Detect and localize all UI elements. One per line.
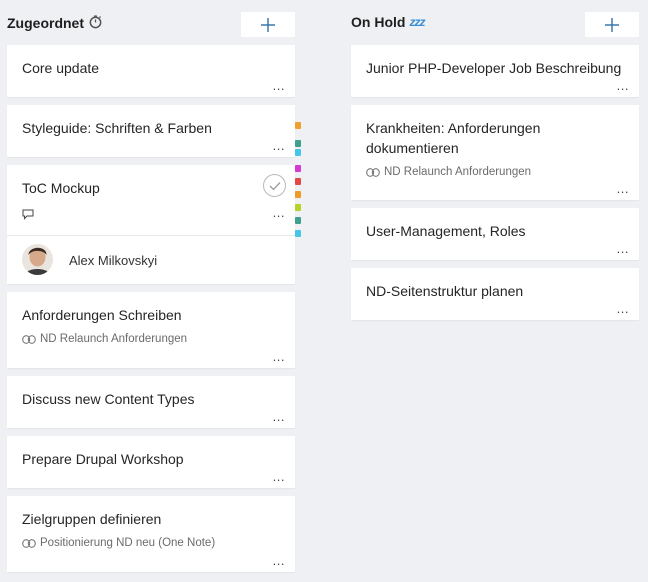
link-icon [22,334,36,344]
task-card[interactable]: User-Management, Roles ... [351,208,639,260]
label-tag [295,140,301,147]
more-options-button[interactable]: ... [273,350,285,363]
comment-icon [22,207,34,225]
more-options-button[interactable]: ... [273,79,285,92]
stopwatch-icon [88,14,103,32]
more-options-button[interactable]: ... [273,554,285,567]
label-tag [295,217,301,224]
plus-icon [261,17,275,32]
task-card[interactable]: Junior PHP-Developer Job Beschreibung ..… [351,45,639,97]
linked-plan-label: Positionierung ND neu (One Note) [40,537,216,549]
more-options-button[interactable]: ... [273,206,285,219]
add-task-button[interactable] [585,12,639,37]
task-title: Anforderungen Schreiben [22,307,182,323]
link-icon [366,167,380,177]
plus-icon [605,17,619,32]
column-title: On Hold zzz [351,14,425,30]
task-title: Prepare Drupal Workshop [22,451,184,467]
more-options-button[interactable]: ... [617,79,629,92]
label-tag [295,204,301,211]
more-options-button[interactable]: ... [273,139,285,152]
column-title: Zugeordnet [7,14,103,32]
task-title: Junior PHP-Developer Job Beschreibung [366,60,622,76]
complete-task-button[interactable] [263,174,286,197]
column-title-text: On Hold [351,14,406,30]
task-card[interactable]: Prepare Drupal Workshop ... [7,436,295,488]
linked-plan[interactable]: ND Relaunch Anforderungen [366,166,531,178]
more-options-button[interactable]: ... [273,410,285,423]
task-title: Zielgruppen definieren [22,511,162,527]
label-tag [295,149,301,156]
task-title: ND-Seitenstruktur planen [366,283,524,299]
task-title: ToC Mockup [22,180,100,196]
column-header: Zugeordnet [7,0,295,45]
avatar [22,244,53,275]
zzz-icon: zzz [409,15,425,29]
task-card[interactable]: Core update ... [7,45,295,97]
linked-plan[interactable]: ND Relaunch Anforderungen [22,333,187,345]
linked-plan[interactable]: Positionierung ND neu (One Note) [22,537,215,549]
more-options-button[interactable]: ... [273,470,285,483]
column-title-text: Zugeordnet [7,15,84,31]
column-zugeordnet: Zugeordnet Core update ... Styleguide: S… [7,0,301,572]
label-tag [295,165,301,172]
more-options-button[interactable]: ... [617,242,629,255]
column-on-hold: On Hold zzz Junior PHP-Developer Job Bes… [351,0,639,320]
label-tag [295,191,301,198]
task-title: Discuss new Content Types [22,391,195,407]
linked-plan-label: ND Relaunch Anforderungen [384,166,532,178]
task-card[interactable]: ToC Mockup ... Alex Milkovskyi [7,165,295,284]
assignee-row: Alex Milkovskyi [7,235,295,285]
linked-plan-label: ND Relaunch Anforderungen [40,333,188,345]
label-tag [295,122,301,129]
link-icon [22,538,36,548]
task-card[interactable]: Zielgruppen definieren Positionierung ND… [7,496,295,572]
assignee-name: Alex Milkovskyi [69,253,158,268]
task-title: Krankheiten: Anforderungen dokumentieren [366,120,541,156]
task-card[interactable]: ND-Seitenstruktur planen ... [351,268,639,320]
add-task-button[interactable] [241,12,295,37]
task-card[interactable]: Styleguide: Schriften & Farben ... [7,105,295,157]
task-card[interactable]: Discuss new Content Types ... [7,376,295,428]
column-header: On Hold zzz [351,0,639,45]
more-options-button[interactable]: ... [617,302,629,315]
label-tag [295,178,301,185]
task-title: Styleguide: Schriften & Farben [22,120,212,136]
task-card[interactable]: Krankheiten: Anforderungen dokumentieren… [351,105,639,200]
task-card[interactable]: Anforderungen Schreiben ND Relaunch Anfo… [7,292,295,368]
label-tag [295,230,301,237]
task-title: User-Management, Roles [366,223,526,239]
more-options-button[interactable]: ... [617,182,629,195]
task-title: Core update [22,60,100,76]
checkmark-icon [269,181,280,190]
